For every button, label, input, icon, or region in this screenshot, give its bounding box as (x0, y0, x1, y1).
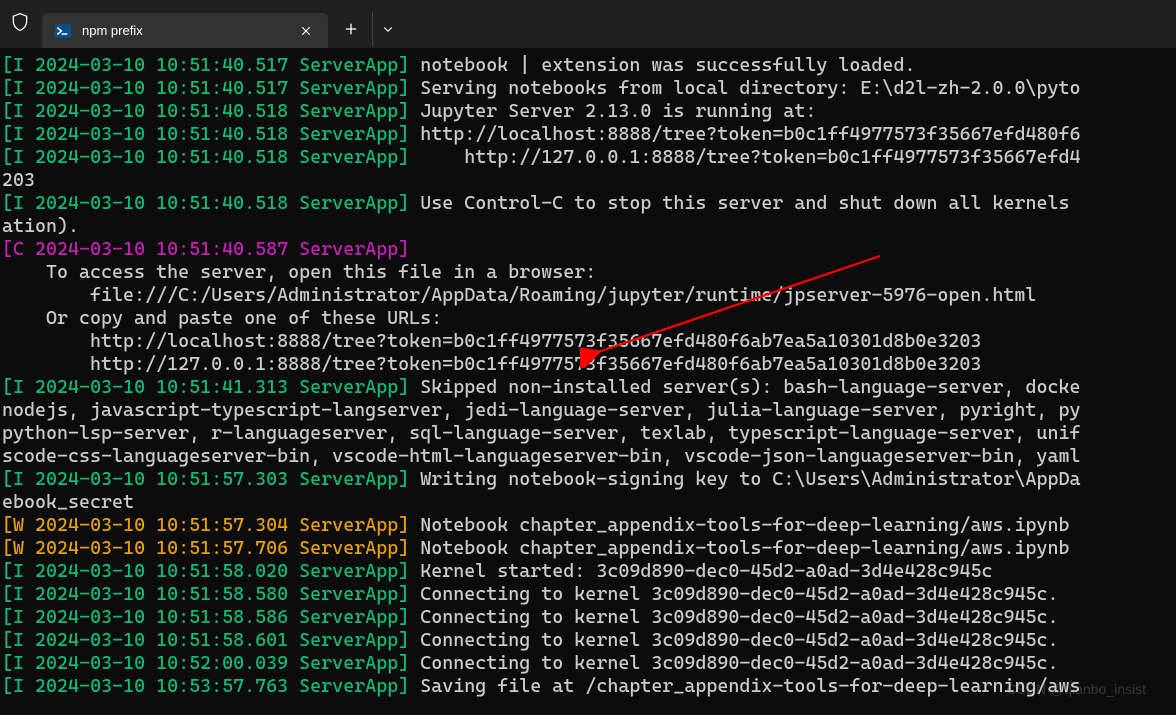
log-line: [I 2024-03-10 10:51:40.518 ServerApp] ht… (2, 123, 1176, 146)
close-tab-button[interactable] (296, 21, 316, 41)
log-line: python-lsp-server, r-languageserver, sql… (2, 422, 1176, 445)
log-line: To access the server, open this file in … (2, 261, 1176, 284)
log-line: [I 2024-03-10 10:52:00.039 ServerApp] Co… (2, 652, 1176, 675)
log-line: [I 2024-03-10 10:51:58.586 ServerApp] Co… (2, 606, 1176, 629)
log-line: [I 2024-03-10 10:51:58.580 ServerApp] Co… (2, 583, 1176, 606)
log-line: [C 2024-03-10 10:51:40.587 ServerApp] (2, 238, 1176, 261)
log-line: [I 2024-03-10 10:51:40.517 ServerApp] Se… (2, 77, 1176, 100)
log-line: file:///C:/Users/Administrator/AppData/R… (2, 284, 1176, 307)
log-line: Or copy and paste one of these URLs: (2, 307, 1176, 330)
log-line: [I 2024-03-10 10:51:40.518 ServerApp] Ju… (2, 100, 1176, 123)
log-line: [I 2024-03-10 10:51:40.518 ServerApp] ht… (2, 146, 1176, 169)
log-line: [I 2024-03-10 10:51:40.517 ServerApp] no… (2, 54, 1176, 77)
log-line: 203 (2, 169, 1176, 192)
new-tab-button[interactable] (334, 12, 368, 46)
log-line: [I 2024-03-10 10:51:57.303 ServerApp] Wr… (2, 468, 1176, 491)
log-line: [I 2024-03-10 10:53:57.763 ServerApp] Sa… (2, 675, 1176, 698)
terminal-output[interactable]: [I 2024-03-10 10:51:40.517 ServerApp] no… (0, 48, 1176, 715)
shield-icon (10, 12, 34, 36)
log-line: http://127.0.0.1:8888/tree?token=b0c1ff4… (2, 353, 1176, 376)
log-line: [I 2024-03-10 10:51:58.601 ServerApp] Co… (2, 629, 1176, 652)
log-line: [I 2024-03-10 10:51:41.313 ServerApp] Sk… (2, 376, 1176, 399)
window-titlebar: npm prefix (0, 0, 1176, 48)
tab-dropdown-button[interactable] (372, 12, 402, 46)
log-line: [W 2024-03-10 10:51:57.706 ServerApp] No… (2, 537, 1176, 560)
tab-title: npm prefix (82, 23, 296, 38)
log-line: nodejs, javascript-typescript-langserver… (2, 399, 1176, 422)
log-line: scode-css-languageserver-bin, vscode-htm… (2, 445, 1176, 468)
log-line: [I 2024-03-10 10:51:40.518 ServerApp] Us… (2, 192, 1176, 215)
log-line: [I 2024-03-10 10:51:58.020 ServerApp] Ke… (2, 560, 1176, 583)
terminal-tab[interactable]: npm prefix (42, 13, 328, 48)
log-line: ebook_secret (2, 491, 1176, 514)
log-line: http://localhost:8888/tree?token=b0c1ff4… (2, 330, 1176, 353)
log-line: ation). (2, 215, 1176, 238)
powershell-icon (54, 22, 72, 40)
log-line: [W 2024-03-10 10:51:57.304 ServerApp] No… (2, 514, 1176, 537)
